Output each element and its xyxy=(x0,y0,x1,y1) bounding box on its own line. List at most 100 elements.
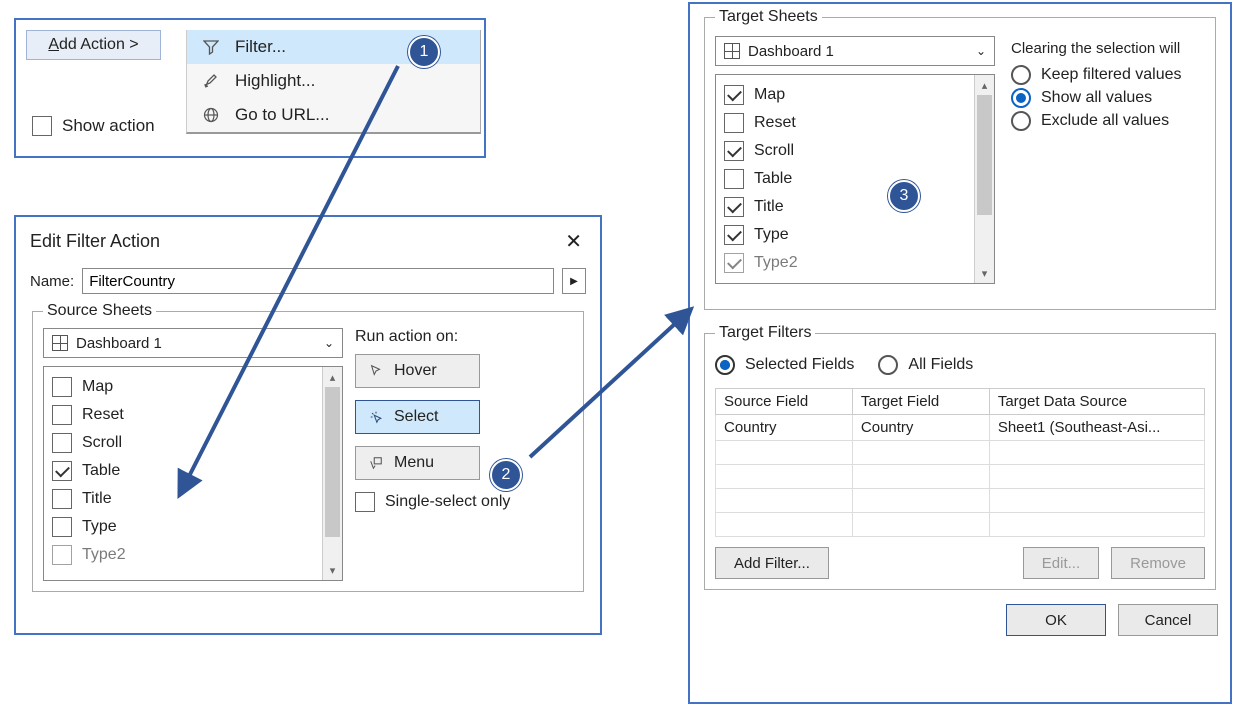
run-menu-button[interactable]: Menu xyxy=(355,446,480,480)
list-item: Type2 xyxy=(724,249,986,277)
list-item: Type xyxy=(724,221,986,249)
single-select-checkbox[interactable] xyxy=(355,492,375,512)
radio-icon xyxy=(1011,65,1031,85)
close-icon[interactable]: ✕ xyxy=(561,229,586,254)
scroll-up-icon[interactable]: ▴ xyxy=(323,367,342,387)
table-row[interactable] xyxy=(716,465,1205,489)
name-label: Name: xyxy=(30,273,74,290)
radio-selected-fields[interactable]: Selected Fields xyxy=(715,355,854,375)
target-sheets-list[interactable]: Map Reset Scroll Table Title Type Type2 … xyxy=(715,74,995,284)
menu-item-url[interactable]: Go to URL... xyxy=(187,98,480,132)
checkbox[interactable] xyxy=(724,225,744,245)
checkbox[interactable] xyxy=(52,489,72,509)
checkbox[interactable] xyxy=(724,113,744,133)
scroll-down-icon[interactable]: ▾ xyxy=(323,560,342,580)
dashboard-name: Dashboard 1 xyxy=(76,335,162,352)
scrollbar[interactable]: ▴ ▾ xyxy=(322,367,342,580)
ok-button[interactable]: OK xyxy=(1006,604,1106,636)
menu-item-label: Filter... xyxy=(235,37,286,57)
run-action-label: Run action on: xyxy=(355,328,573,346)
target-filters-table[interactable]: Source Field Target Field Target Data So… xyxy=(715,388,1205,537)
show-actions-row: Show action xyxy=(32,116,155,136)
show-actions-label: Show action xyxy=(62,116,155,136)
step-badge-3: 3 xyxy=(888,180,920,212)
radio-show-all[interactable]: Show all values xyxy=(1011,88,1205,108)
checkbox[interactable] xyxy=(52,377,72,397)
scroll-down-icon[interactable]: ▾ xyxy=(975,263,994,283)
chevron-down-icon: ⌄ xyxy=(976,44,986,58)
list-item: Scroll xyxy=(724,137,986,165)
name-input[interactable] xyxy=(82,268,554,294)
scroll-thumb[interactable] xyxy=(325,387,340,537)
target-sheets-legend: Target Sheets xyxy=(715,8,822,26)
source-dashboard-select[interactable]: Dashboard 1 ⌄ xyxy=(43,328,343,358)
checkbox[interactable] xyxy=(52,517,72,537)
add-filter-button[interactable]: Add Filter... xyxy=(715,547,829,579)
list-item: Title xyxy=(52,485,334,513)
run-select-button[interactable]: Select xyxy=(355,400,480,434)
list-item: Type2 xyxy=(52,541,334,569)
col-target-data-source[interactable]: Target Data Source xyxy=(989,389,1204,415)
dashboard-icon xyxy=(724,43,740,59)
target-filters-fieldset: Target Filters Selected Fields All Field… xyxy=(704,324,1216,590)
list-item: Title xyxy=(724,193,986,221)
step-badge-2: 2 xyxy=(490,459,522,491)
col-source-field[interactable]: Source Field xyxy=(716,389,853,415)
table-row[interactable] xyxy=(716,513,1205,537)
list-item: Map xyxy=(52,373,334,401)
radio-all-fields[interactable]: All Fields xyxy=(878,355,973,375)
clearing-label: Clearing the selection will xyxy=(1011,40,1205,57)
dialog-title: Edit Filter Action xyxy=(30,231,160,252)
list-item: Table xyxy=(52,457,334,485)
single-select-label: Single-select only xyxy=(385,493,510,511)
list-item: Table xyxy=(724,165,986,193)
menu-item-highlight[interactable]: Highlight... xyxy=(187,64,480,98)
checkbox[interactable] xyxy=(52,405,72,425)
checkbox[interactable] xyxy=(52,433,72,453)
table-row[interactable] xyxy=(716,441,1205,465)
cancel-button[interactable]: Cancel xyxy=(1118,604,1218,636)
checkbox[interactable] xyxy=(724,85,744,105)
radio-keep-filtered[interactable]: Keep filtered values xyxy=(1011,65,1205,85)
target-dashboard-select[interactable]: Dashboard 1 ⌄ xyxy=(715,36,995,66)
table-row[interactable]: Country Country Sheet1 (Southeast-Asi... xyxy=(716,415,1205,441)
add-action-button[interactable]: Add Action > xyxy=(26,30,161,60)
list-item: Type xyxy=(52,513,334,541)
scrollbar[interactable]: ▴ ▾ xyxy=(974,75,994,283)
checkbox[interactable] xyxy=(724,141,744,161)
checkbox[interactable] xyxy=(52,545,72,565)
checkbox[interactable] xyxy=(724,197,744,217)
radio-icon xyxy=(1011,88,1031,108)
target-sheets-fieldset: Target Sheets Dashboard 1 ⌄ Map Reset Sc… xyxy=(704,8,1216,310)
source-sheets-list[interactable]: Map Reset Scroll Table Title Type Type2 … xyxy=(43,366,343,581)
scroll-up-icon[interactable]: ▴ xyxy=(975,75,994,95)
col-target-field[interactable]: Target Field xyxy=(852,389,989,415)
edit-filter-button[interactable]: Edit... xyxy=(1023,547,1099,579)
scroll-thumb[interactable] xyxy=(977,95,992,215)
list-item: Scroll xyxy=(52,429,334,457)
chevron-down-icon: ⌄ xyxy=(324,336,334,350)
radio-exclude-all[interactable]: Exclude all values xyxy=(1011,111,1205,131)
edit-filter-action-dialog: Edit Filter Action ✕ Name: ▶ Source Shee… xyxy=(14,215,602,635)
checkbox[interactable] xyxy=(724,253,744,273)
target-panel: Target Sheets Dashboard 1 ⌄ Map Reset Sc… xyxy=(688,2,1232,704)
step-badge-1: 1 xyxy=(408,36,440,68)
remove-filter-button[interactable]: Remove xyxy=(1111,547,1205,579)
name-menu-button[interactable]: ▶ xyxy=(562,268,586,294)
dashboard-name: Dashboard 1 xyxy=(748,43,834,60)
cursor-menu-icon xyxy=(368,455,384,471)
checkbox[interactable] xyxy=(52,461,72,481)
highlight-icon xyxy=(201,71,221,91)
table-row[interactable] xyxy=(716,489,1205,513)
list-item: Reset xyxy=(724,109,986,137)
filter-icon xyxy=(201,37,221,57)
radio-icon xyxy=(715,355,735,375)
run-hover-button[interactable]: Hover xyxy=(355,354,480,388)
target-filters-legend: Target Filters xyxy=(715,324,815,342)
show-actions-checkbox[interactable] xyxy=(32,116,52,136)
menu-item-label: Highlight... xyxy=(235,71,315,91)
dashboard-icon xyxy=(52,335,68,351)
cursor-icon xyxy=(368,363,384,379)
cursor-click-icon xyxy=(368,409,384,425)
checkbox[interactable] xyxy=(724,169,744,189)
